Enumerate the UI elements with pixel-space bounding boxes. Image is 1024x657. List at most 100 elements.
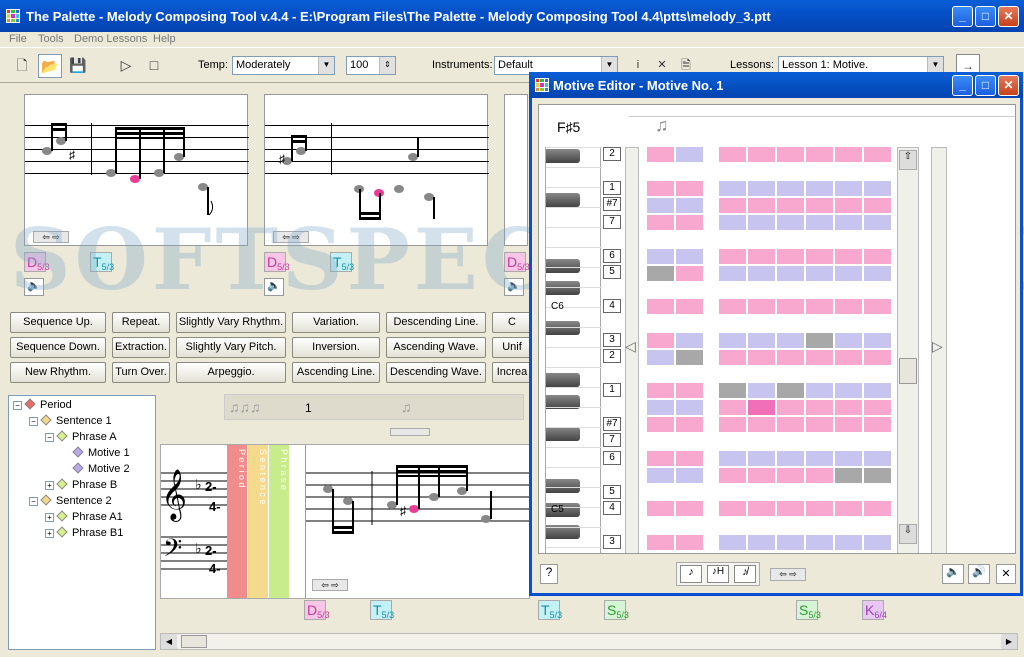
- black-key[interactable]: [546, 321, 580, 335]
- black-key[interactable]: [546, 427, 580, 441]
- transform-button[interactable]: Slightly Vary Pitch.: [176, 337, 286, 358]
- tree-node[interactable]: − Sentence 1: [29, 414, 112, 427]
- menu-tools[interactable]: Tools: [38, 33, 64, 45]
- note-grid-cell[interactable]: [676, 501, 704, 517]
- note-grid-cell[interactable]: [748, 266, 776, 282]
- note-grid-cell[interactable]: [835, 400, 863, 416]
- scroll-thumb[interactable]: [181, 635, 207, 648]
- note-grid-cell[interactable]: [835, 350, 863, 366]
- scroll-left-icon[interactable]: ◀: [161, 634, 177, 649]
- note-grid-cell[interactable]: [748, 181, 776, 197]
- note-grid-cell[interactable]: [647, 333, 675, 349]
- note-grid-cell[interactable]: [806, 147, 834, 163]
- note-grid-cell[interactable]: [676, 333, 704, 349]
- transform-button[interactable]: Turn Over.: [112, 362, 170, 383]
- note-grid-cell[interactable]: [748, 501, 776, 517]
- transform-button[interactable]: Extraction.: [112, 337, 170, 358]
- note-grid-cell[interactable]: [748, 299, 776, 315]
- note-grid-cell[interactable]: [647, 198, 675, 214]
- transform-button[interactable]: Variation.: [292, 312, 380, 333]
- note-grid-cell[interactable]: [719, 383, 747, 399]
- expand-toggle-icon[interactable]: −: [29, 417, 38, 426]
- note-grid-cell[interactable]: [864, 535, 892, 551]
- transform-button[interactable]: Descending Wave.: [386, 362, 486, 383]
- note-grid-cell[interactable]: [719, 333, 747, 349]
- note-grid-cell[interactable]: [864, 333, 892, 349]
- note-grid-cell[interactable]: [676, 400, 704, 416]
- vertical-scrollbar[interactable]: ⇧ ⇩: [897, 147, 919, 553]
- note-grid-cell[interactable]: [719, 249, 747, 265]
- note-grid-cell[interactable]: [647, 266, 675, 282]
- tree-node[interactable]: + Phrase B: [45, 478, 117, 491]
- panel-nav-arrows[interactable]: ⇦ ⇨: [312, 579, 348, 591]
- transform-button[interactable]: Slightly Vary Rhythm.: [176, 312, 286, 333]
- right-pane-handle[interactable]: ▷: [931, 147, 947, 553]
- note-grid-cell[interactable]: [864, 468, 892, 484]
- note-grid-cell[interactable]: [777, 400, 805, 416]
- note-grid-cell[interactable]: [748, 198, 776, 214]
- note-grid-cell[interactable]: [676, 535, 704, 551]
- note-grid-cell[interactable]: [719, 468, 747, 484]
- note-grid-cell[interactable]: [748, 215, 776, 231]
- note-grid-cell[interactable]: [777, 266, 805, 282]
- black-key[interactable]: [546, 193, 580, 207]
- note-grid-cell[interactable]: [748, 383, 776, 399]
- black-key[interactable]: [546, 373, 580, 387]
- note-grid-cell[interactable]: [647, 468, 675, 484]
- note-grid-cell[interactable]: [835, 451, 863, 467]
- transform-button[interactable]: Arpeggio.: [176, 362, 286, 383]
- note-grid-cell[interactable]: [835, 299, 863, 315]
- bottom-tag[interactable]: S5/3: [796, 600, 821, 620]
- phrase-track[interactable]: P h r a s e: [269, 445, 289, 598]
- note-grid-cell[interactable]: [719, 400, 747, 416]
- motive-score-panel[interactable]: ♯ ⇦ ⇨: [305, 445, 531, 598]
- play-harmony-icon[interactable]: ♪H: [707, 565, 729, 583]
- scroll-right-icon[interactable]: ▶: [1001, 634, 1017, 649]
- note-grid-cell[interactable]: [719, 215, 747, 231]
- note-grid-cell[interactable]: [835, 147, 863, 163]
- expand-toggle-icon[interactable]: −: [45, 433, 54, 442]
- note-grid-cell[interactable]: [748, 400, 776, 416]
- note-grid-cell[interactable]: [777, 451, 805, 467]
- note-grid-cell[interactable]: [676, 299, 704, 315]
- note-grid-cell[interactable]: [806, 501, 834, 517]
- expand-toggle-icon[interactable]: +: [45, 513, 54, 522]
- note-grid-cell[interactable]: [777, 181, 805, 197]
- piano-keyboard[interactable]: [545, 147, 602, 553]
- close-button[interactable]: ✕: [998, 75, 1019, 96]
- transform-button[interactable]: Unif: [492, 337, 532, 358]
- editor-nav-arrows[interactable]: ⇦ ⇨: [770, 568, 806, 581]
- speaker-icon[interactable]: 🔈: [942, 564, 964, 584]
- bottom-tag[interactable]: S5/3: [604, 600, 629, 620]
- transform-button[interactable]: Increa: [492, 362, 532, 383]
- chevron-right-icon[interactable]: ▷: [932, 338, 943, 355]
- black-key[interactable]: [546, 281, 580, 295]
- note-grid-cell[interactable]: [647, 350, 675, 366]
- note-grid-cell[interactable]: [777, 535, 805, 551]
- note-grid-cell[interactable]: [806, 266, 834, 282]
- expand-toggle-icon[interactable]: +: [45, 529, 54, 538]
- period-track[interactable]: P e r i o d: [227, 445, 247, 598]
- play-melody-icon[interactable]: ♪: [680, 565, 702, 583]
- note-grid-cell[interactable]: [748, 451, 776, 467]
- note-grid-cell[interactable]: [748, 147, 776, 163]
- note-grid-cell[interactable]: [719, 198, 747, 214]
- note-grid-cell[interactable]: [719, 417, 747, 433]
- note-grid-cell[interactable]: [647, 249, 675, 265]
- note-grid-cell[interactable]: [748, 468, 776, 484]
- maximize-button[interactable]: □: [975, 75, 996, 96]
- note-grid-cell[interactable]: [676, 468, 704, 484]
- note-grid-cell[interactable]: [676, 147, 704, 163]
- note-grid-cell[interactable]: [864, 181, 892, 197]
- note-grid-cell[interactable]: [806, 468, 834, 484]
- note-grid-cell[interactable]: [835, 181, 863, 197]
- note-grid-cell[interactable]: [777, 417, 805, 433]
- tempo-stepper[interactable]: 100 ⇕: [346, 56, 396, 75]
- note-grid-cell[interactable]: [806, 350, 834, 366]
- note-grid-cell[interactable]: [719, 535, 747, 551]
- note-grid-cell[interactable]: [806, 333, 834, 349]
- tree-node[interactable]: −Motive 1: [61, 446, 130, 459]
- tree-node[interactable]: − Sentence 2: [29, 494, 112, 507]
- note-grid-cell[interactable]: [806, 249, 834, 265]
- stop-icon[interactable]: □: [142, 54, 166, 78]
